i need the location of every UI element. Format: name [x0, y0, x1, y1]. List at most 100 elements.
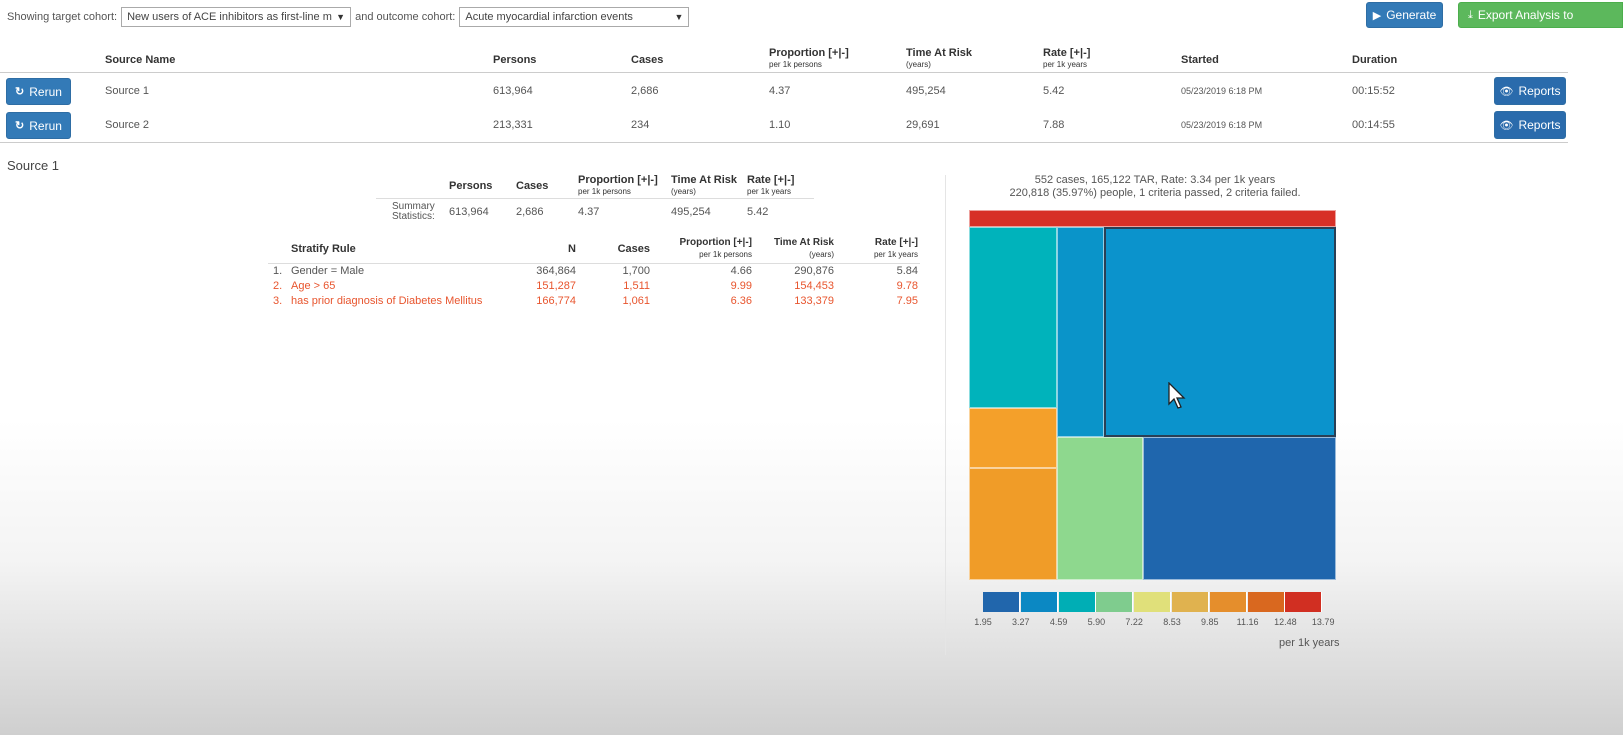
rerun-button[interactable]: ↻ Rerun: [6, 112, 71, 139]
treemap-tile-age[interactable]: [969, 227, 1057, 408]
header-proportion-sub: per 1k persons: [769, 60, 822, 69]
legend-swatch: [1096, 592, 1134, 612]
outcome-cohort-select[interactable]: Acute myocardial infarction events ▼: [459, 7, 690, 27]
stratify-header-rule: Stratify Rule: [291, 243, 356, 255]
stratify-header-tar: Time At Risk (years): [760, 237, 834, 261]
treemap-tile-gender-age-diabetes[interactable]: [969, 210, 1336, 227]
generate-button[interactable]: ▶ Generate: [1366, 2, 1443, 28]
duration-cell: 00:15:52: [1352, 85, 1395, 97]
started-cell: 05/23/2019 6:18 PM: [1181, 86, 1263, 96]
cohort-selector-bar: Showing target cohort: New users of ACE …: [7, 6, 693, 28]
detail-title: Source 1: [7, 158, 60, 173]
stratify-header-rate-label: Rate [+|-]: [874, 237, 918, 248]
reports-label: Reports: [1518, 118, 1561, 132]
treemap-tile-age-diabetes[interactable]: [969, 408, 1057, 468]
stratify-divider: [268, 263, 920, 264]
panel-divider: [945, 175, 946, 655]
summary-row-label: Summary Statistics:: [392, 202, 435, 222]
summary-header-tar-label: Time At Risk: [671, 174, 738, 186]
header-proportion-label: Proportion [+|-]: [769, 47, 849, 59]
treemap-tile-diabetes[interactable]: [1057, 437, 1143, 580]
proportion-cell: 4.37: [769, 85, 791, 97]
legend-tick-label: 5.90: [1087, 617, 1106, 627]
summary-header-persons: Persons: [449, 180, 493, 192]
stratify-rule-cell: Gender = Male: [291, 265, 365, 277]
summary-persons-value: 613,964: [449, 206, 489, 218]
legend-tick-label: 9.85: [1201, 617, 1219, 627]
legend-tick-label: 8.53: [1163, 617, 1181, 627]
legend-swatch: [1134, 592, 1172, 612]
stratify-idx-cell: 2.: [273, 280, 283, 292]
treemap-tile-gender-age[interactable]: [969, 468, 1057, 580]
legend-swatch: [1058, 592, 1096, 612]
stratify-cases-cell: 1,511: [623, 280, 650, 292]
stratify-header-cases: Cases: [617, 243, 650, 255]
export-analysis-button[interactable]: ⤓ Export Analysis to: [1458, 2, 1623, 28]
legend-swatch: [1172, 592, 1209, 612]
summary-divider: [376, 198, 814, 199]
rerun-label: Rerun: [29, 84, 62, 99]
header-persons: Persons: [493, 54, 537, 66]
source-name-cell: Source 1: [105, 85, 150, 97]
legend-tick-label: 1.95: [974, 617, 992, 627]
stratify-header-n: N: [568, 243, 576, 255]
legend-tick-label: 7.22: [1125, 617, 1143, 627]
started-cell: 05/23/2019 6:18 PM: [1181, 120, 1263, 130]
stratify-proportion-cell: 6.36: [730, 295, 752, 307]
legend-tick-label: 12.48: [1274, 617, 1297, 627]
stratify-idx-cell: 1.: [273, 265, 283, 277]
stratify-rate-cell: 5.84: [896, 265, 918, 277]
header-rate-sub: per 1k years: [1043, 60, 1088, 69]
stratify-header-proportion: Proportion [+|-] per 1k persons: [660, 237, 752, 261]
rate-cell: 7.88: [1043, 119, 1065, 131]
summary-header-cases: Cases: [516, 180, 549, 192]
stratify-n-cell: 151,287: [536, 280, 576, 292]
summary-header-rate-sub: per 1k years: [747, 187, 792, 196]
generate-label: Generate: [1386, 8, 1437, 22]
stratify-header-rate-sub: per 1k years: [873, 250, 918, 259]
download-icon: ⤓: [1468, 8, 1473, 21]
summary-proportion-value: 4.37: [578, 206, 600, 218]
reports-button[interactable]: 👁 Reports: [1494, 111, 1566, 139]
stratify-rule-cell: Age > 65: [291, 280, 336, 292]
proportion-cell: 1.10: [769, 119, 791, 131]
header-tar: Time At Risk (years): [906, 47, 973, 69]
rerun-button[interactable]: ↻ Rerun: [6, 78, 71, 105]
header-proportion: Proportion [+|-] per 1k persons: [769, 47, 849, 69]
tar-cell: 495,254: [906, 85, 946, 97]
stratify-tar-cell: 133,379: [794, 295, 834, 307]
summary-tar-value: 495,254: [671, 206, 711, 218]
cases-cell: 234: [631, 119, 650, 131]
legend-swatch: [1247, 592, 1285, 612]
stratify-rule-cell: has prior diagnosis of Diabetes Mellitus: [291, 295, 483, 307]
legend-swatch: [1285, 592, 1323, 612]
target-cohort-value: New users of ACE inhibitors as first-lin…: [127, 11, 333, 23]
source-name-cell: Source 2: [105, 119, 150, 131]
reports-label: Reports: [1518, 84, 1561, 98]
tar-cell: 29,691: [906, 119, 940, 131]
header-tar-label: Time At Risk: [906, 47, 973, 59]
summary-header-tar: Time At Risk (years): [671, 174, 737, 198]
reports-button[interactable]: 👁 Reports: [1494, 77, 1566, 105]
rerun-label: Rerun: [29, 118, 62, 133]
rate-cell: 5.42: [1043, 85, 1065, 97]
outcome-cohort-value: Acute myocardial infarction events: [465, 11, 633, 23]
stratify-header-proportion-label: Proportion [+|-]: [679, 237, 752, 248]
treemap-tile-gender-diabetes[interactable]: [1143, 437, 1336, 580]
legend-swatch: [1020, 592, 1058, 612]
target-cohort-select[interactable]: New users of ACE inhibitors as first-lin…: [121, 7, 352, 27]
header-rate-label: Rate [+|-]: [1043, 47, 1091, 59]
treemap-tile-none-selected[interactable]: [1104, 227, 1336, 437]
summary-header-tar-sub: (years): [671, 187, 696, 196]
treemap-tile-gender[interactable]: [1057, 227, 1104, 437]
stratify-tar-cell: 290,876: [794, 265, 834, 277]
target-cohort-label: Showing target cohort:: [7, 11, 118, 23]
legend-unit-label: per 1k years: [1279, 637, 1340, 649]
legend-tick-label: 13.79: [1311, 617, 1335, 627]
stratify-rate-cell: 7.95: [896, 295, 918, 307]
stratify-proportion-cell: 4.66: [730, 265, 752, 277]
header-rate: Rate [+|-] per 1k years: [1043, 47, 1091, 69]
eye-icon: 👁: [1499, 85, 1514, 98]
mouse-pointer-icon: [1168, 382, 1186, 409]
refresh-icon: ↻: [15, 120, 25, 132]
